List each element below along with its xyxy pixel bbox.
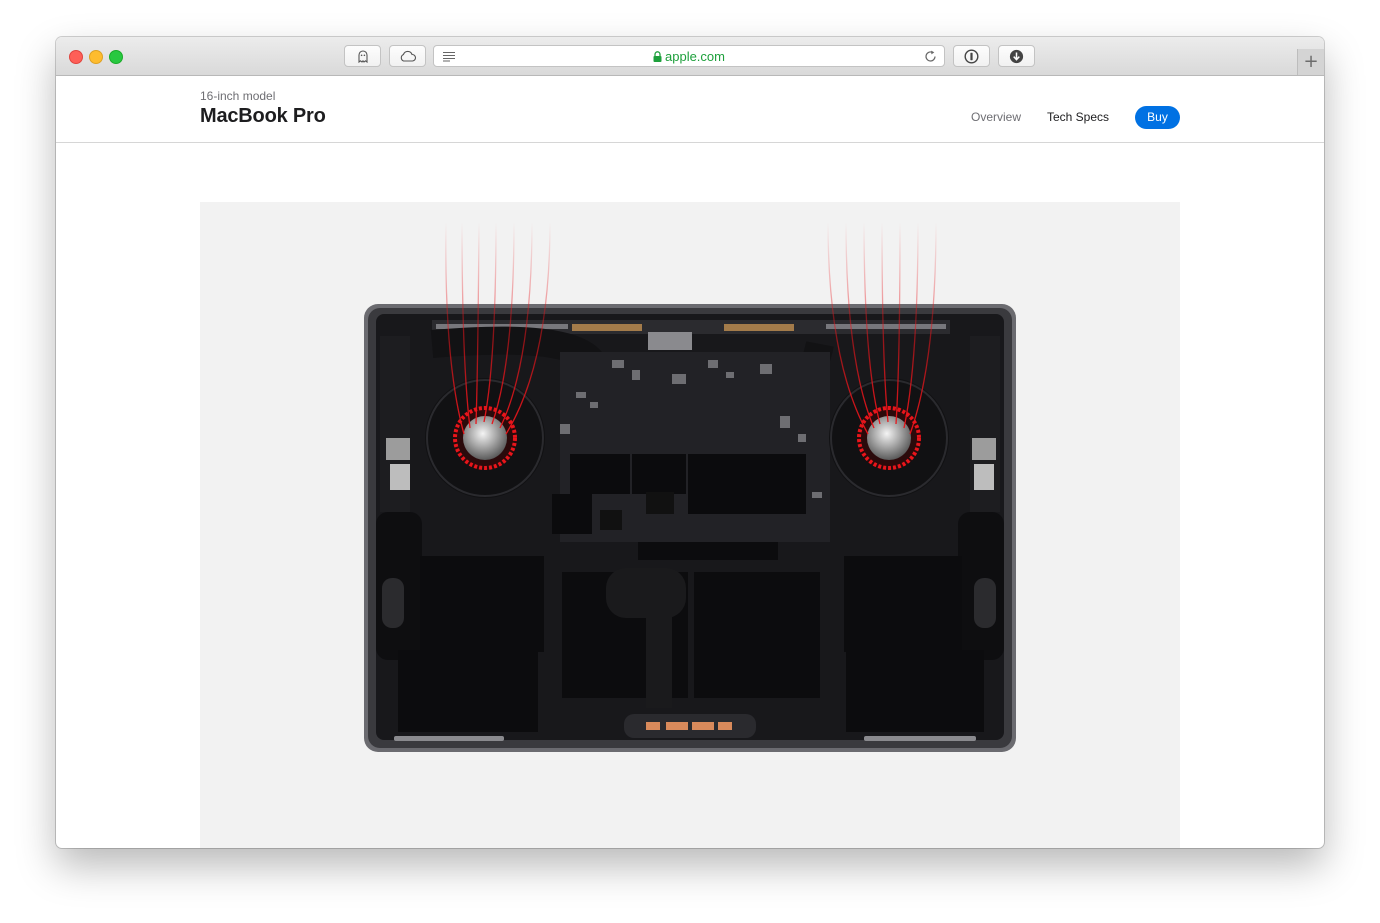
hero-image-panel — [200, 202, 1180, 848]
browser-window: apple.com + 16-inch model MacBook Pro Ov… — [56, 37, 1324, 848]
address-bar[interactable]: apple.com — [433, 45, 945, 67]
reload-icon[interactable] — [924, 50, 937, 63]
url-display: apple.com — [434, 49, 944, 64]
icloud-tabs-button[interactable] — [389, 45, 426, 67]
title-bar: apple.com + — [56, 37, 1324, 76]
password-manager-icon — [964, 48, 979, 64]
close-window-button[interactable] — [69, 50, 83, 64]
overview-link[interactable]: Overview — [971, 110, 1021, 124]
new-tab-button[interactable]: + — [1297, 49, 1324, 75]
minimize-window-button[interactable] — [89, 50, 103, 64]
plus-icon: + — [1303, 51, 1319, 72]
product-local-nav: 16-inch model MacBook Pro Overview Tech … — [56, 76, 1324, 143]
url-text: apple.com — [665, 49, 725, 64]
download-icon — [1009, 49, 1024, 63]
tech-specs-link[interactable]: Tech Specs — [1047, 110, 1109, 124]
downloads-button[interactable] — [998, 45, 1035, 67]
macbook-internals-image — [364, 221, 1016, 752]
zoom-window-button[interactable] — [109, 50, 123, 64]
lock-icon — [653, 51, 662, 62]
product-eyebrow: 16-inch model — [200, 89, 276, 103]
product-title[interactable]: MacBook Pro — [200, 105, 326, 128]
ghost-icon — [357, 50, 368, 63]
password-manager-button[interactable] — [953, 45, 990, 67]
ghostery-extension-button[interactable] — [344, 45, 381, 67]
cloud-icon — [400, 50, 416, 62]
buy-button[interactable]: Buy — [1135, 106, 1180, 129]
